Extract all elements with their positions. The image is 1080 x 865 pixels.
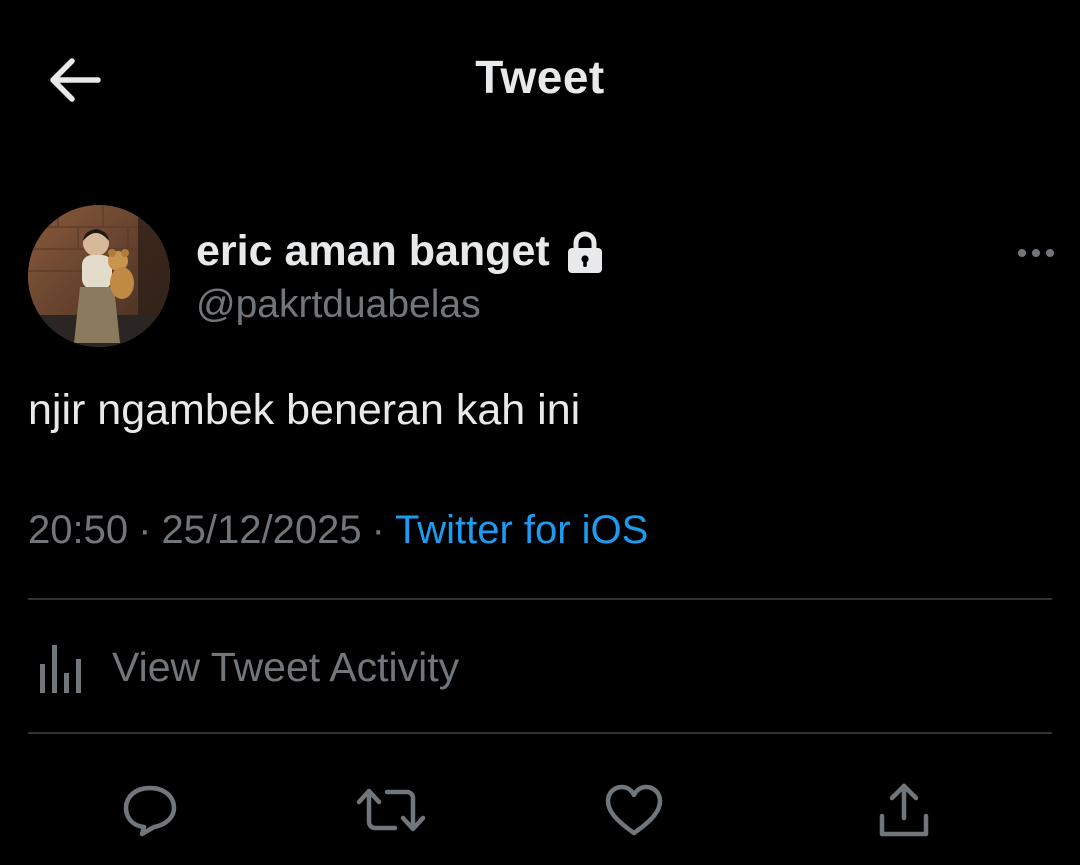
tweet-text: njir ngambek beneran kah ini [28, 386, 581, 434]
author-handle: @pakrtduabelas [196, 283, 481, 326]
retweet-button[interactable] [351, 770, 431, 850]
like-button[interactable] [594, 770, 674, 850]
retweet-icon [356, 788, 426, 832]
share-icon [879, 783, 929, 837]
reply-button[interactable] [110, 770, 190, 850]
divider [28, 732, 1052, 734]
avatar[interactable] [28, 205, 170, 347]
lock-icon [567, 231, 602, 273]
author-name-row[interactable]: eric aman banget [196, 227, 604, 276]
tweet-action-bar [0, 760, 1080, 850]
divider [28, 598, 1052, 600]
tweet-meta: 20:50 · 25/12/2025 · Twitter for iOS [28, 508, 648, 553]
more-horizontal-icon [1018, 249, 1054, 257]
heart-icon [605, 784, 663, 836]
display-name: eric aman banget [196, 227, 550, 275]
meta-separator: · [138, 508, 152, 552]
more-options-button[interactable] [1014, 233, 1058, 273]
avatar-photo [28, 205, 170, 347]
bar-chart-icon [40, 645, 81, 693]
tweet-detail-screen: Tweet eric aman banget @pakrtduabelas nj… [0, 0, 1080, 865]
tweet-author: eric aman banget @pakrtduabelas [28, 205, 1058, 350]
share-button[interactable] [864, 770, 944, 850]
activity-label: View Tweet Activity [112, 643, 460, 690]
tweet-time: 20:50 [28, 508, 129, 552]
top-bar: Tweet [0, 0, 1080, 160]
meta-separator: · [371, 508, 385, 552]
tweet-date: 25/12/2025 [161, 508, 362, 552]
tweet-source-link[interactable]: Twitter for iOS [395, 508, 648, 553]
view-tweet-activity-button[interactable]: View Tweet Activity [28, 622, 459, 712]
page-title: Tweet [475, 51, 605, 103]
reply-icon [123, 785, 177, 837]
